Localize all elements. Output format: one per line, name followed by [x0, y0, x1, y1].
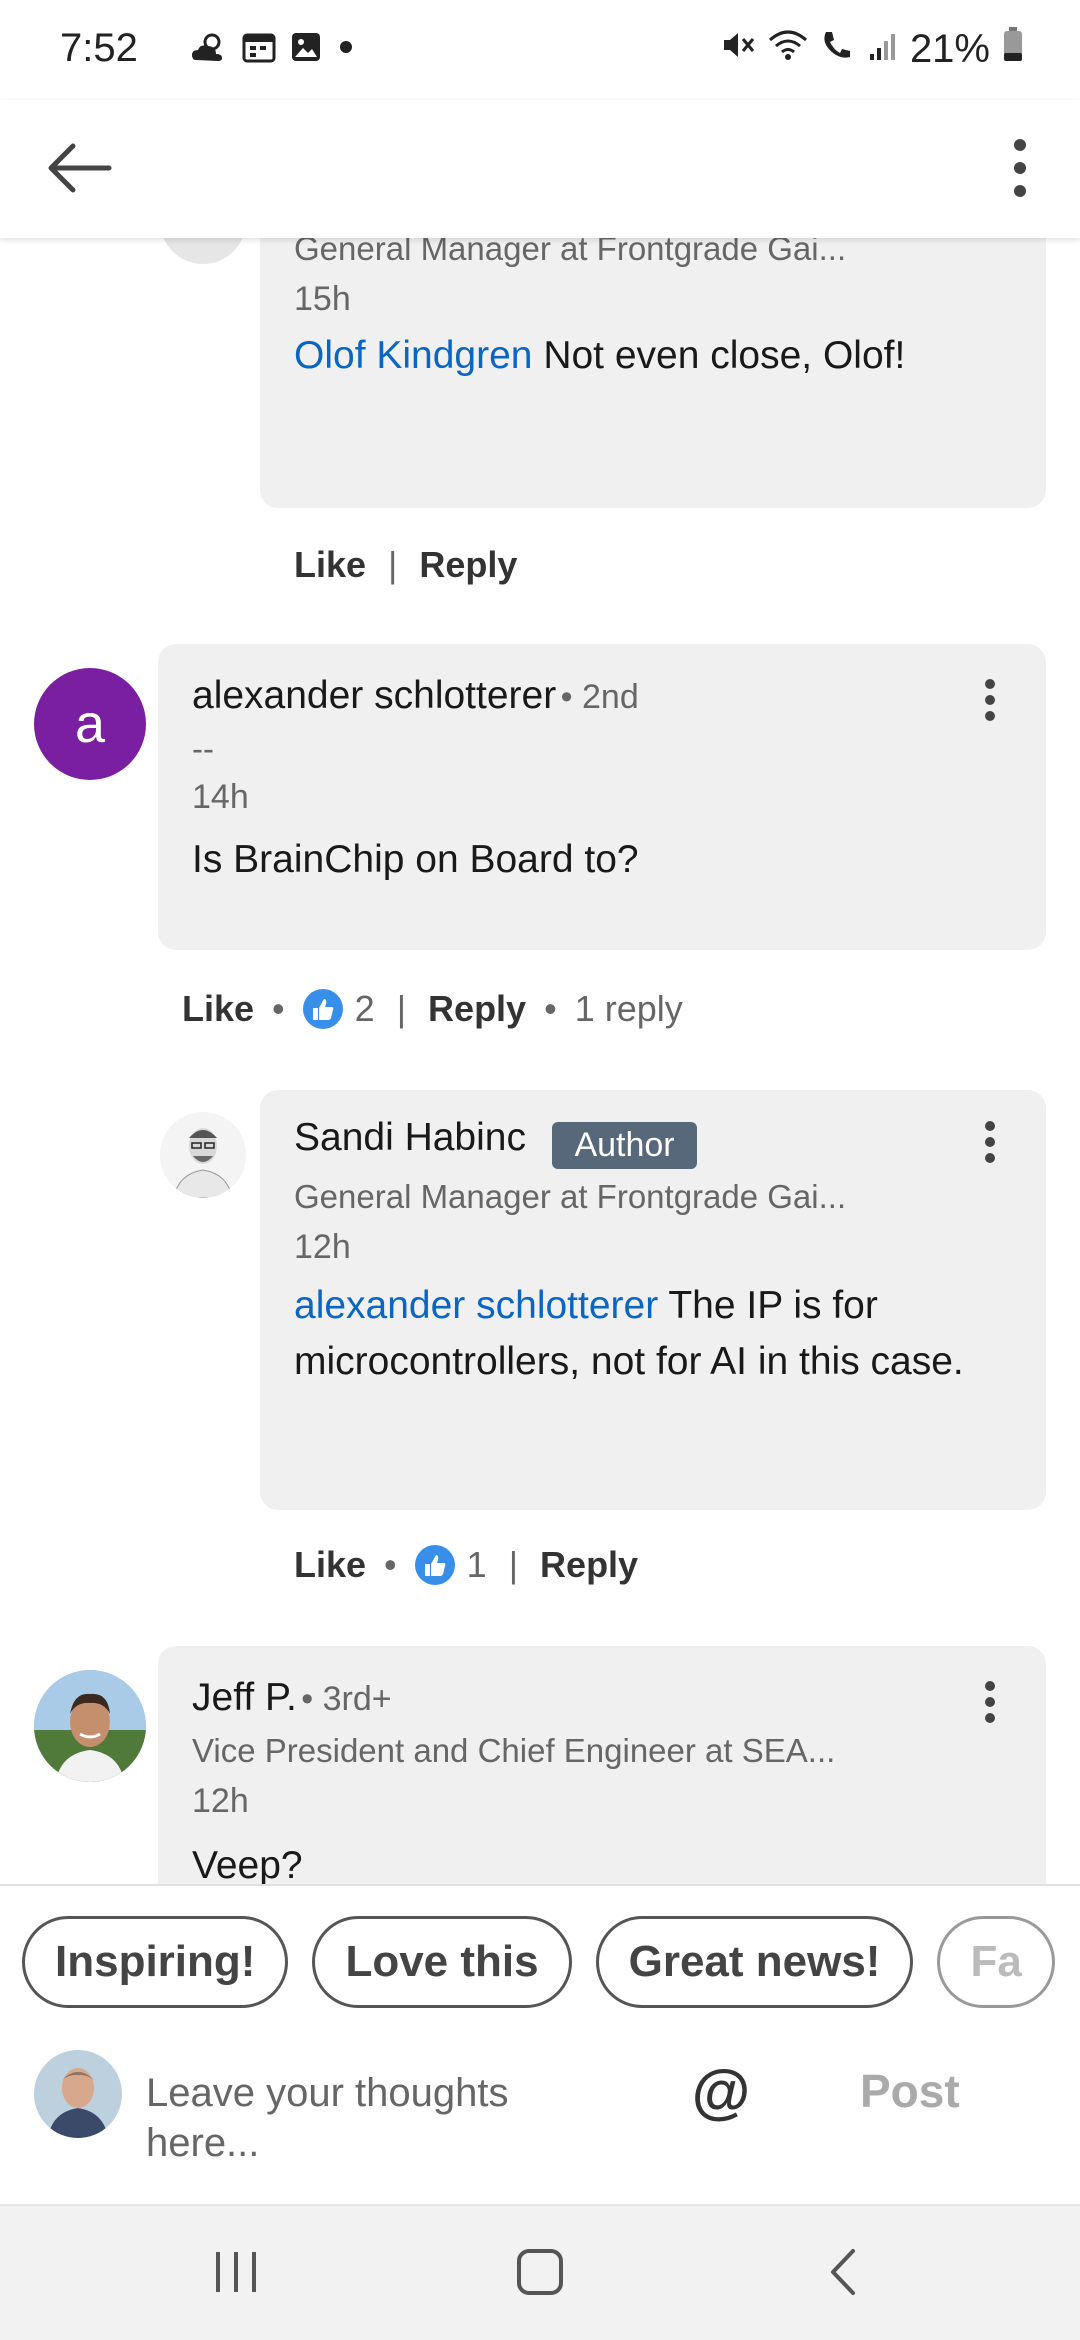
weather-icon	[190, 30, 228, 69]
kebab-menu-icon	[984, 1120, 996, 1168]
connection-degree: • 2nd	[560, 678, 639, 716]
wifi-call-icon	[820, 27, 856, 72]
chip-partial[interactable]: Fa	[937, 1916, 1055, 2008]
comment-body: Veep?	[192, 1844, 303, 1884]
mention-link[interactable]: alexander schlotterer	[294, 1284, 658, 1327]
like-count[interactable]: 1	[467, 1544, 487, 1586]
mention-link[interactable]: Olof Kindgren	[294, 334, 532, 377]
home-button[interactable]	[500, 2242, 580, 2306]
kebab-menu-icon	[1013, 138, 1027, 203]
comment-bubble: alexander schlotterer • 2nd -- 14h Is Br…	[158, 644, 1046, 950]
comments-list[interactable]: General Manager at Frontgrade Gai... 15h…	[0, 238, 1080, 1884]
comment-bubble: Jeff P. • 3rd+ Vice President and Chief …	[158, 1646, 1046, 1884]
comment-text: alexander schlotterer The IP is for micr…	[294, 1278, 1014, 1390]
comment-bubble: General Manager at Frontgrade Gai... 15h…	[260, 238, 1046, 508]
image-icon	[290, 31, 322, 68]
author-line: Jeff P. • 3rd+	[192, 1676, 392, 1720]
chevron-left-icon	[825, 2247, 859, 2302]
reply-button[interactable]: Reply	[540, 1544, 638, 1586]
wifi-icon	[768, 27, 808, 72]
comment-actions: Like • 2 | Reply • 1 reply	[182, 988, 683, 1030]
author-name[interactable]: Jeff P.	[192, 1676, 297, 1719]
author-name[interactable]: alexander schlotterer	[192, 674, 556, 717]
recent-apps-button[interactable]	[196, 2242, 276, 2306]
chip-inspiring[interactable]: Inspiring!	[22, 1916, 289, 2008]
comment-menu-button[interactable]	[970, 1674, 1010, 1734]
comment-bubble: Sandi Habinc Author General Manager at F…	[260, 1090, 1046, 1510]
comment-input[interactable]: Leave your thoughts here...	[146, 2068, 646, 2168]
reply-button[interactable]: Reply	[419, 544, 517, 586]
user-avatar	[34, 2050, 122, 2138]
more-options-button[interactable]	[990, 130, 1050, 210]
comment-time: 15h	[294, 280, 351, 318]
dot-icon	[336, 37, 356, 62]
input-placeholder-line1: Leave your thoughts	[146, 2071, 509, 2115]
connection-degree: • 3rd+	[301, 1680, 392, 1718]
signal-icon	[868, 27, 898, 72]
author-headline: Vice President and Chief Engineer at SEA…	[192, 1732, 836, 1769]
suggestion-chips: Inspiring! Love this Great news! Fa	[22, 1916, 1080, 2008]
like-button[interactable]: Like	[294, 1544, 366, 1586]
at-sign-icon: @	[691, 2057, 751, 2125]
reply-button[interactable]: Reply	[428, 988, 526, 1030]
recents-icon	[212, 2250, 260, 2299]
status-time: 7:52	[60, 26, 138, 70]
calendar-icon	[242, 31, 276, 68]
arrow-left-icon	[47, 143, 113, 198]
avatar[interactable]: a	[34, 668, 146, 780]
system-icons: 21%	[720, 26, 1024, 72]
battery-percent: 21%	[909, 26, 990, 71]
like-button[interactable]: Like	[294, 544, 366, 586]
comment-time: 14h	[192, 778, 249, 816]
author-line: alexander schlotterer • 2nd	[192, 674, 639, 718]
comment-body: Is BrainChip on Board to?	[192, 838, 639, 881]
comment-body: Not even close, Olof!	[532, 334, 906, 377]
mute-icon	[720, 27, 756, 72]
avatar[interactable]	[160, 238, 246, 264]
divider: |	[388, 544, 398, 585]
comment-menu-button[interactable]	[970, 1114, 1010, 1174]
replies-count[interactable]: 1 reply	[575, 988, 683, 1030]
avatar-letter: a	[74, 694, 106, 754]
system-nav-bar	[0, 2204, 1080, 2340]
comment-composer: Inspiring! Love this Great news! Fa Leav…	[0, 1884, 1080, 2204]
author-headline: General Manager at Frontgrade Gai...	[294, 1178, 847, 1215]
chip-great-news[interactable]: Great news!	[595, 1916, 914, 2008]
like-count[interactable]: 2	[355, 988, 375, 1030]
like-button[interactable]: Like	[182, 988, 254, 1030]
comment-menu-button[interactable]	[970, 672, 1010, 732]
back-button[interactable]	[40, 130, 120, 210]
comment-actions: Like • 1 | Reply	[294, 1544, 639, 1586]
chip-love-this[interactable]: Love this	[312, 1916, 572, 2008]
nav-back-button[interactable]	[802, 2242, 882, 2306]
notification-icons	[190, 30, 356, 69]
author-headline: General Manager at Frontgrade Gai...	[294, 238, 847, 267]
comment-time: 12h	[192, 1782, 249, 1820]
kebab-menu-icon	[984, 1680, 996, 1728]
battery-icon	[1002, 26, 1024, 72]
avatar[interactable]	[34, 1670, 146, 1782]
mention-button[interactable]: @	[686, 2056, 756, 2126]
kebab-menu-icon	[984, 678, 996, 726]
author-line: Sandi Habinc Author	[294, 1116, 697, 1170]
home-icon	[515, 2247, 565, 2302]
post-button[interactable]: Post	[860, 2064, 960, 2118]
comment-time: 12h	[294, 1228, 351, 1266]
author-badge: Author	[552, 1122, 697, 1170]
thumbs-up-icon	[302, 989, 343, 1029]
author-name[interactable]: Sandi Habinc	[294, 1116, 526, 1159]
thumbs-up-icon	[414, 1545, 455, 1585]
comment-actions: Like | Reply	[294, 544, 517, 586]
comment-text: Olof Kindgren Not even close, Olof!	[294, 328, 1014, 384]
input-placeholder-line2: here...	[146, 2121, 260, 2165]
status-bar: 7:52 21%	[0, 0, 1080, 100]
app-bar	[0, 100, 1080, 238]
author-headline: --	[192, 730, 214, 767]
avatar[interactable]	[160, 1112, 246, 1198]
